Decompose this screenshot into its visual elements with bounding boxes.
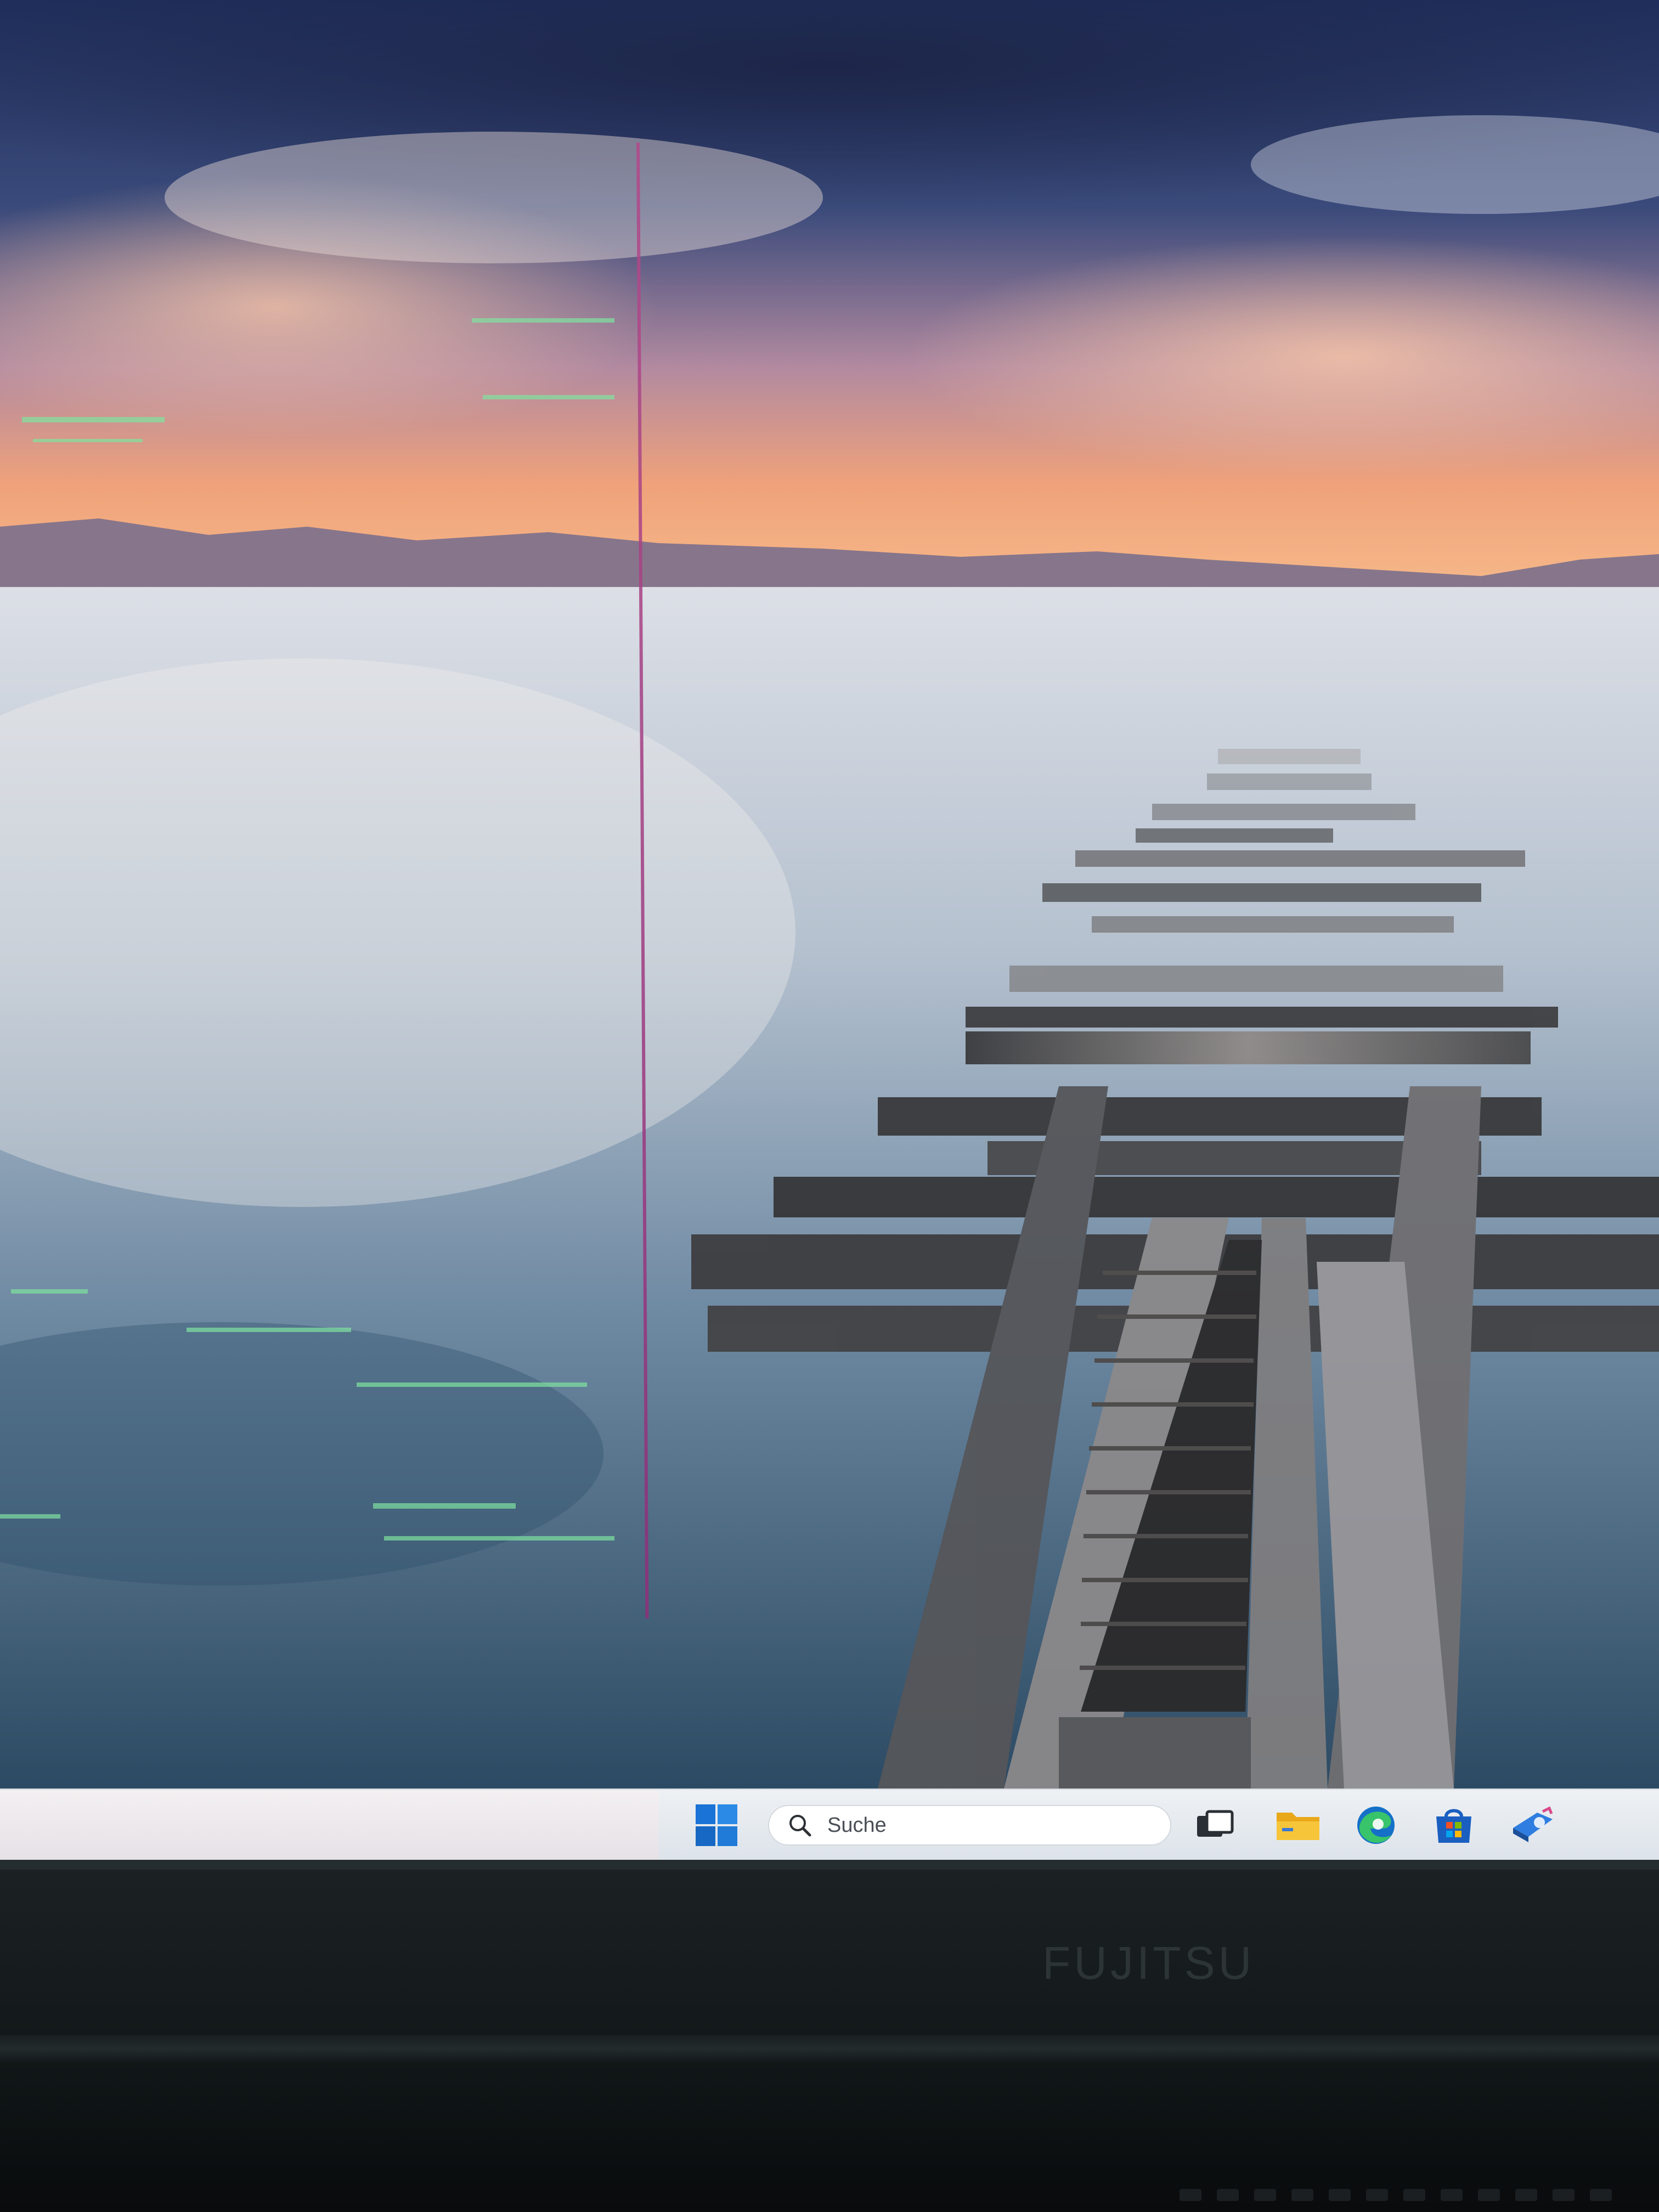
search-placeholder: Suche	[827, 1813, 887, 1837]
laptop-bezel: FUJITSU	[0, 1860, 1659, 2212]
task-view-icon	[1197, 1810, 1234, 1837]
microsoft-store-button[interactable]	[1427, 1802, 1480, 1849]
desktop-wallpaper	[0, 0, 1659, 1788]
photo-of-laptop-screen: Suche FUJITSU	[0, 0, 1659, 2212]
microsoft-store-icon	[1436, 1809, 1471, 1843]
folder-icon	[1277, 1813, 1319, 1840]
start-button[interactable]	[690, 1802, 743, 1849]
search-input[interactable]: Suche	[768, 1805, 1171, 1846]
edge-browser-button[interactable]	[1350, 1802, 1402, 1849]
bezel-edge	[0, 1860, 1659, 1870]
app-button[interactable]	[1506, 1802, 1559, 1849]
app-icon	[1513, 1806, 1553, 1842]
taskbar: Suche	[0, 1788, 1659, 1860]
file-explorer-button[interactable]	[1272, 1802, 1324, 1849]
edge-browser-icon	[1357, 1807, 1395, 1844]
desktop: Suche	[0, 0, 1659, 1860]
taskbar-left-area	[0, 1790, 658, 1860]
laptop-hinge	[0, 2035, 1659, 2063]
search-icon	[789, 1815, 811, 1837]
task-view-button[interactable]	[1189, 1802, 1242, 1849]
brand-logo: FUJITSU	[1042, 1937, 1255, 1989]
windows-logo-icon	[696, 1804, 737, 1846]
keyboard-row	[1180, 2189, 1646, 2205]
